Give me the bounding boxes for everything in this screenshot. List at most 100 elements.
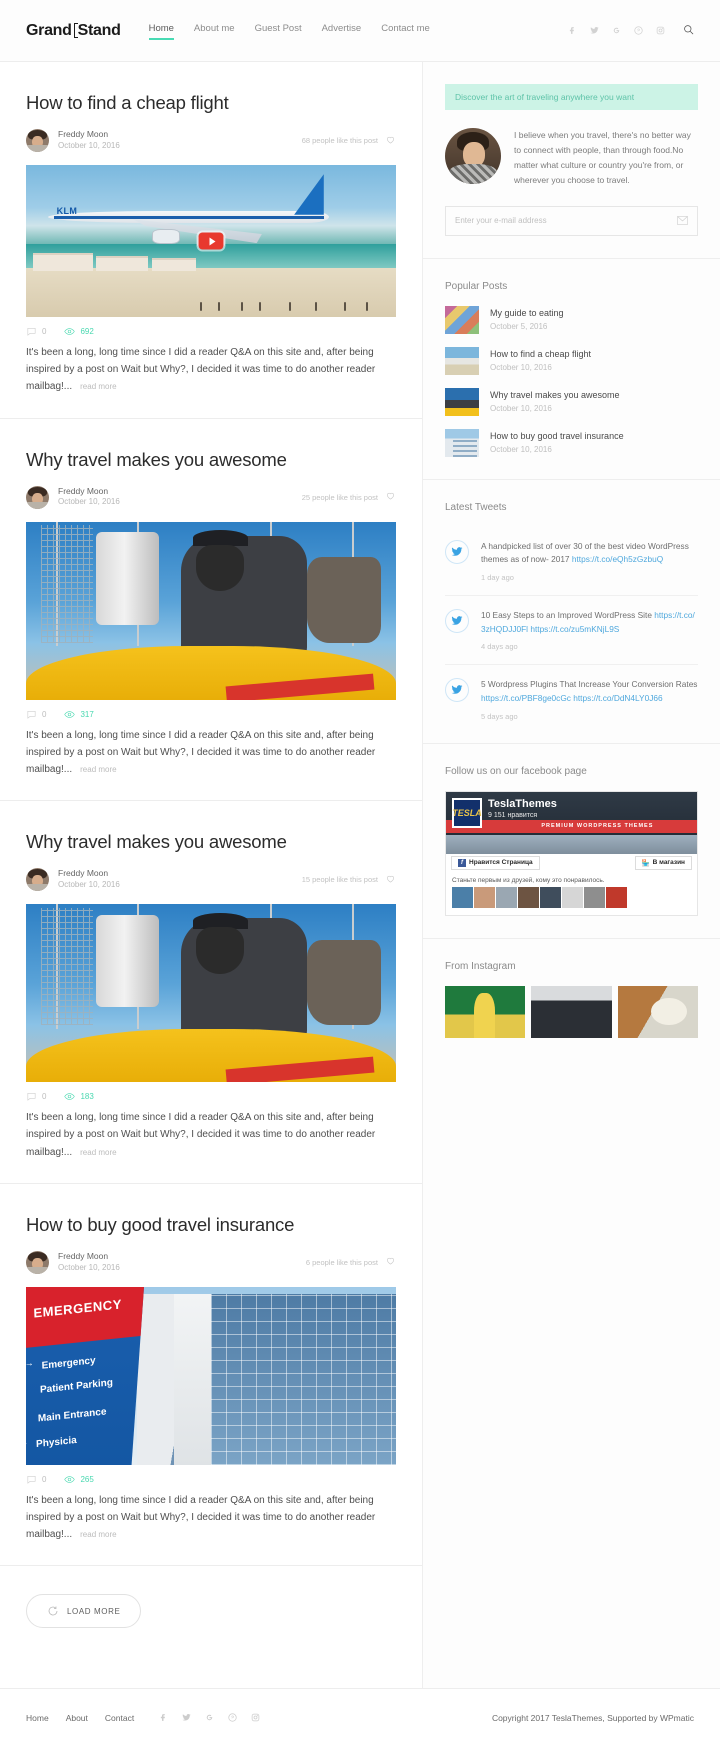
nav-item-home[interactable]: Home	[148, 23, 175, 40]
post-excerpt: It's been a long, long time since I did …	[26, 1492, 396, 1544]
facebook-icon[interactable]	[567, 25, 578, 36]
read-more-link[interactable]: read more	[80, 765, 116, 774]
google-plus-icon[interactable]	[204, 1712, 215, 1723]
avatar	[26, 485, 49, 509]
tweet-link-2[interactable]: https://t.co/DdN4LY0J66	[573, 693, 662, 703]
twitter-icon[interactable]	[589, 25, 600, 36]
pinterest-icon[interactable]	[633, 25, 644, 36]
post-stats: 0 317	[26, 700, 396, 727]
load-more-area: LOAD MORE	[0, 1566, 422, 1688]
post-meta: Freddy Moon October 10, 2016 15 people l…	[26, 868, 396, 892]
footer-link-contact[interactable]: Contact	[105, 1713, 134, 1723]
tweet-link[interactable]: https://t.co/eQh5zGzbuQ	[572, 554, 663, 564]
list-item: 10 Easy Steps to an Improved WordPress S…	[445, 596, 698, 666]
comment-count[interactable]: 0	[26, 1474, 46, 1485]
widget-latest-tweets: Latest Tweets A handpicked list of over …	[423, 480, 720, 744]
list-item[interactable]: How to find a cheap flight October 10, 2…	[445, 346, 698, 375]
heart-icon[interactable]	[385, 488, 396, 506]
subscribe-email-input[interactable]	[455, 216, 677, 225]
logo-text-left: Grand	[26, 21, 72, 39]
read-more-link[interactable]: read more	[80, 382, 116, 391]
facebook-icon[interactable]	[158, 1712, 169, 1723]
post-excerpt-text: It's been a long, long time since I did …	[26, 1112, 376, 1158]
instagram-icon[interactable]	[250, 1712, 261, 1723]
list-item[interactable]: My guide to eating October 5, 2016	[445, 305, 698, 334]
post-featured-image[interactable]	[26, 904, 396, 1083]
nav-item-contact-me[interactable]: Contact me	[381, 23, 430, 38]
tweet-time: 4 days ago	[481, 642, 518, 652]
heart-icon[interactable]	[385, 871, 396, 889]
comment-count-value: 0	[42, 709, 47, 719]
post-date: October 10, 2016	[58, 1262, 120, 1272]
list-item[interactable]: How to buy good travel insurance October…	[445, 428, 698, 457]
play-video-button[interactable]	[198, 232, 224, 250]
post-title[interactable]: Why travel makes you awesome	[26, 449, 396, 471]
nav-item-advertise[interactable]: Advertise	[322, 23, 362, 38]
post-like-count: 25 people like this post	[301, 492, 378, 502]
envelope-icon[interactable]	[677, 212, 688, 230]
post-excerpt: It's been a long, long time since I did …	[26, 344, 396, 396]
tweet-link[interactable]: https://t.co/PBF8ge0cGc	[481, 693, 571, 703]
tweet-link-2[interactable]: https://t.co/zu5mKNjL9S	[530, 624, 619, 634]
facebook-page-plugin[interactable]: PREMIUM WORDPRESS THEMES TESLA TeslaThem…	[445, 790, 698, 916]
footer-link-about[interactable]: About	[66, 1713, 88, 1723]
nav-item-guest-post[interactable]: Guest Post	[255, 23, 302, 38]
post-author[interactable]: Freddy Moon	[58, 129, 120, 140]
post-title[interactable]: How to find a cheap flight	[26, 92, 396, 114]
twitter-icon[interactable]	[181, 1712, 192, 1723]
list-item: A handpicked list of over 30 of the best…	[445, 527, 698, 596]
instagram-icon[interactable]	[655, 25, 666, 36]
post-like-count: 6 people like this post	[305, 1257, 378, 1267]
post-author[interactable]: Freddy Moon	[58, 868, 120, 879]
search-icon[interactable]	[683, 22, 694, 40]
popular-post-thumb	[445, 346, 479, 375]
post-like-area: 68 people like this post	[302, 132, 396, 150]
nav-item-about-me[interactable]: About me	[194, 23, 235, 38]
comment-count[interactable]: 0	[26, 1091, 46, 1102]
facebook-page-name: TeslaThemes	[488, 797, 557, 810]
view-count-value: 692	[80, 327, 94, 336]
sidebar: Discover the art of traveling anywhere y…	[423, 62, 720, 1689]
popular-post-title[interactable]: Why travel makes you awesome	[490, 390, 620, 402]
main-navigation: Home About me Guest Post Advertise Conta…	[148, 23, 430, 40]
footer-link-home[interactable]: Home	[26, 1713, 49, 1723]
twitter-icon[interactable]	[445, 608, 469, 633]
instagram-photo[interactable]	[531, 985, 612, 1038]
pinterest-icon[interactable]	[227, 1712, 238, 1723]
comment-count[interactable]: 0	[26, 326, 46, 337]
facebook-f-icon: f	[458, 858, 466, 867]
facebook-like-button-label: Нравится Страница	[469, 859, 533, 867]
load-more-button[interactable]: LOAD MORE	[26, 1594, 142, 1629]
comment-count[interactable]: 0	[26, 709, 46, 720]
instagram-photo[interactable]	[617, 985, 698, 1038]
logo-bracket-icon	[73, 23, 78, 38]
instagram-photo[interactable]	[445, 985, 526, 1038]
heart-icon[interactable]	[385, 132, 396, 150]
post-featured-image[interactable]: KLM	[26, 165, 396, 317]
heart-icon[interactable]	[385, 1253, 396, 1271]
popular-post-title[interactable]: My guide to eating	[490, 308, 564, 320]
popular-post-title[interactable]: How to find a cheap flight	[490, 349, 591, 361]
facebook-like-button[interactable]: f Нравится Страница	[451, 855, 540, 870]
post-title[interactable]: Why travel makes you awesome	[26, 831, 396, 853]
subscribe-form[interactable]	[445, 205, 698, 236]
post-featured-image[interactable]	[26, 521, 396, 700]
post-card: How to find a cheap flight Freddy Moon O…	[0, 62, 422, 419]
post-author[interactable]: Freddy Moon	[58, 1251, 120, 1262]
facebook-shop-button[interactable]: 🏪 В магазин	[634, 855, 692, 870]
popular-post-title[interactable]: How to buy good travel insurance	[490, 431, 624, 443]
read-more-link[interactable]: read more	[80, 1148, 116, 1157]
google-plus-icon[interactable]	[611, 25, 622, 36]
post-stats: 0 692	[26, 317, 396, 344]
comment-count-value: 0	[42, 1474, 47, 1484]
post-title[interactable]: How to buy good travel insurance	[26, 1214, 396, 1236]
twitter-icon[interactable]	[445, 678, 469, 703]
site-logo[interactable]: Grand Stand	[26, 22, 121, 40]
post-author[interactable]: Freddy Moon	[58, 486, 120, 497]
post-date: October 10, 2016	[58, 879, 120, 889]
read-more-link[interactable]: read more	[80, 1530, 116, 1539]
twitter-icon[interactable]	[445, 539, 469, 564]
post-featured-image[interactable]: EMERGENCY → Emergency Patient Parking ↑ …	[26, 1286, 396, 1465]
list-item[interactable]: Why travel makes you awesome October 10,…	[445, 387, 698, 416]
footer-social-bar	[158, 1712, 261, 1723]
